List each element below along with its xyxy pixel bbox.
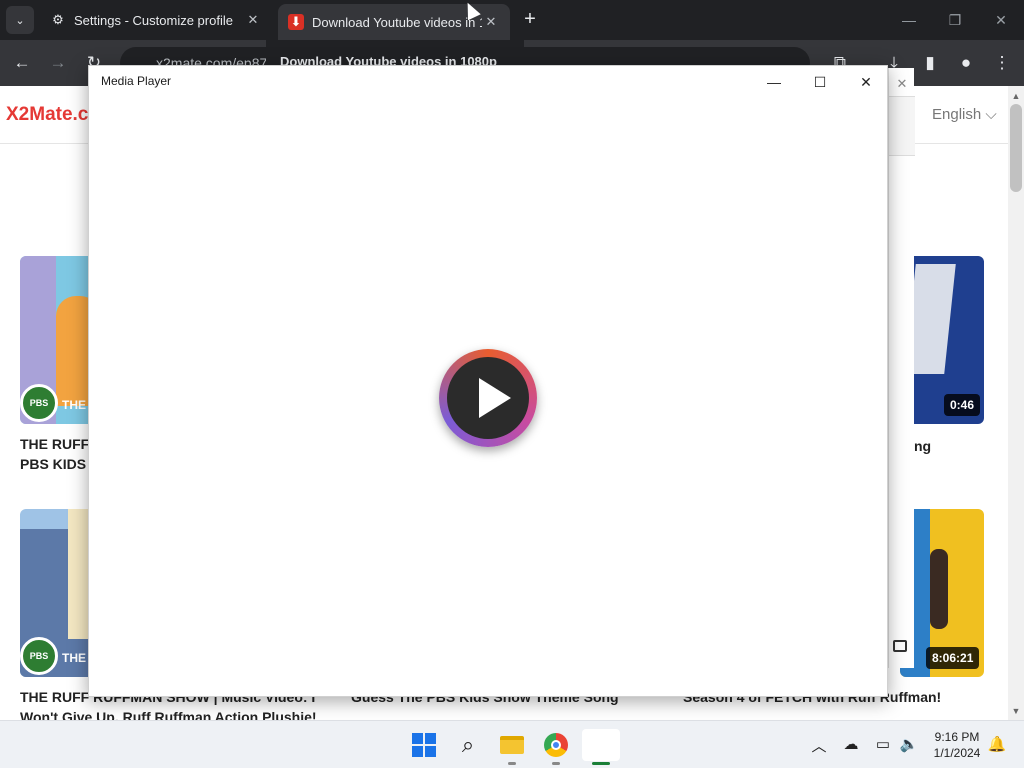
menu-kebab-icon[interactable]: ⋮: [990, 51, 1014, 75]
scrollbar-thumb[interactable]: [1010, 104, 1022, 192]
scroll-down-icon[interactable]: ▼: [1008, 703, 1024, 719]
system-clock[interactable]: 9:16 PM 1/1/2024: [926, 729, 988, 761]
chevron-up-icon[interactable]: ︿: [808, 735, 830, 756]
windows-logo-pane: [425, 746, 436, 757]
language-selector[interactable]: English ⌵: [932, 106, 997, 123]
chrome-logo-center: [551, 740, 561, 750]
video-title[interactable]: ng: [914, 436, 931, 456]
play-button-face: [447, 357, 529, 439]
chrome-logo: [544, 733, 568, 757]
desktop-screen: ⌄ ⚙ Settings - Customize profile ✕ ⬇ Dow…: [0, 0, 1024, 768]
thumbnail-brand-text: THE: [62, 398, 86, 412]
fullscreen-icon[interactable]: [893, 640, 907, 652]
notification-bell-icon[interactable]: 🔔: [986, 735, 1008, 753]
play-icon: [479, 378, 511, 418]
side-panel-icon[interactable]: ▮: [918, 51, 942, 75]
chrome-icon[interactable]: [540, 729, 572, 761]
video-title[interactable]: THE RUFF: [20, 434, 89, 454]
close-icon[interactable]: ✕: [843, 66, 889, 98]
browser-tabstrip: ⌄ ⚙ Settings - Customize profile ✕ ⬇ Dow…: [0, 0, 1024, 40]
forward-icon[interactable]: →: [46, 51, 70, 75]
taskbar: ⌕ ︿ ☁ ▭ 🔈 9:16 PM 1/1/2024 🔔: [0, 720, 1024, 768]
language-label: English: [932, 106, 982, 123]
video-title-line2[interactable]: PBS KIDS: [20, 454, 86, 474]
media-player-window: Media Player — ☐ ✕: [88, 65, 888, 697]
chevron-down-icon: ⌵: [985, 106, 997, 123]
media-player-icon[interactable]: [582, 729, 620, 761]
file-explorer-icon[interactable]: [496, 729, 528, 761]
windows-logo-pane: [412, 746, 423, 757]
close-icon[interactable]: ✕: [889, 72, 915, 96]
tab-settings[interactable]: ⚙ Settings - Customize profile ✕: [40, 4, 272, 36]
pbs-kids-logo: PBS KIDS: [20, 384, 58, 422]
windows-logo-pane: [412, 733, 423, 744]
clock-time: 9:16 PM: [934, 730, 980, 744]
windows-start-icon[interactable]: [408, 729, 440, 761]
search-icon[interactable]: ⌕: [452, 729, 484, 761]
volume-muted-icon[interactable]: 🔈: [898, 735, 920, 753]
background-dialog-edge: ✕: [888, 68, 915, 668]
gear-icon: ⚙: [52, 12, 64, 27]
windows-logo: [412, 733, 436, 757]
pbs-kids-logo: PBS KIDS: [20, 637, 58, 675]
minimize-icon[interactable]: —: [751, 66, 797, 98]
tab-close-icon[interactable]: ✕: [482, 14, 500, 30]
restore-icon[interactable]: ❐: [932, 6, 978, 34]
person-figure: [930, 549, 948, 629]
maximize-icon[interactable]: ☐: [797, 66, 843, 98]
running-indicator: [552, 762, 560, 765]
network-icon[interactable]: ▭: [872, 735, 894, 753]
tab-close-icon[interactable]: ✕: [244, 12, 262, 28]
video-duration: 8:06:21: [926, 647, 980, 669]
windows-logo-pane: [425, 733, 436, 744]
minimize-icon[interactable]: —: [886, 6, 932, 34]
cloud-offline-icon[interactable]: ☁: [840, 735, 862, 753]
back-icon[interactable]: ←: [10, 51, 34, 75]
dialog-header-band: [889, 96, 915, 156]
new-tab-button[interactable]: +: [518, 8, 542, 32]
profile-avatar-icon[interactable]: ●: [954, 51, 978, 75]
window-title: Media Player: [101, 74, 172, 88]
close-icon[interactable]: ✕: [978, 6, 1024, 34]
video-title-line2[interactable]: Won't Give Up, Ruff Ruffman Action Plush…: [20, 707, 317, 720]
thumbnail-brand-text: THE: [62, 651, 86, 665]
clock-date: 1/1/2024: [933, 746, 981, 760]
video-duration: 0:46: [944, 394, 981, 416]
site-logo[interactable]: X2Mate.c: [6, 104, 88, 126]
folder-shape: [500, 736, 524, 754]
scroll-up-icon[interactable]: ▲: [1008, 88, 1024, 104]
active-indicator: [592, 762, 610, 765]
tab-label: Settings - Customize profile: [74, 12, 233, 28]
tab-label: Download Youtube videos in 1: [312, 14, 482, 30]
download-icon: ⬇: [288, 14, 304, 30]
tab-search-button[interactable]: ⌄: [6, 6, 34, 34]
play-button[interactable]: [439, 349, 537, 447]
running-indicator: [508, 762, 516, 765]
